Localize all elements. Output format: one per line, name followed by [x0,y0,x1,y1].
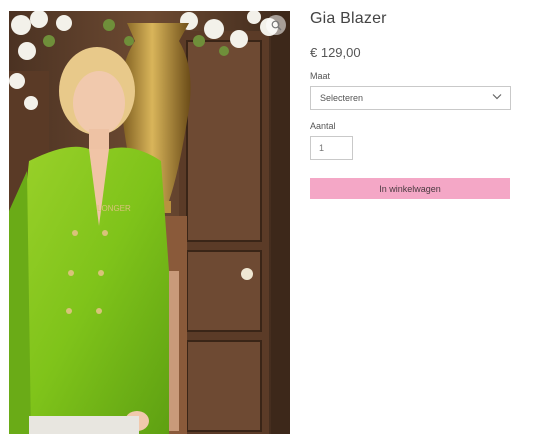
blazer-pocket-text: LONGER [97,204,131,213]
add-to-cart-label: In winkelwagen [379,183,441,194]
zoom-icon [271,20,281,30]
product-image[interactable]: LONGER [9,11,290,434]
product-title: Gia Blazer [310,10,387,27]
quantity-value: 1 [319,143,325,153]
add-to-cart-button[interactable]: In winkelwagen [310,178,510,199]
product-price: € 129,00 [310,45,361,60]
quantity-input[interactable]: 1 [310,136,353,160]
chevron-down-icon [492,94,502,100]
size-select[interactable]: Selecteren [310,86,511,110]
quantity-label: Aantal [310,121,336,131]
product-photo-illustration: LONGER [9,11,290,434]
size-label: Maat [310,71,331,81]
zoom-button[interactable] [266,15,286,35]
size-select-value: Selecteren [320,93,364,103]
